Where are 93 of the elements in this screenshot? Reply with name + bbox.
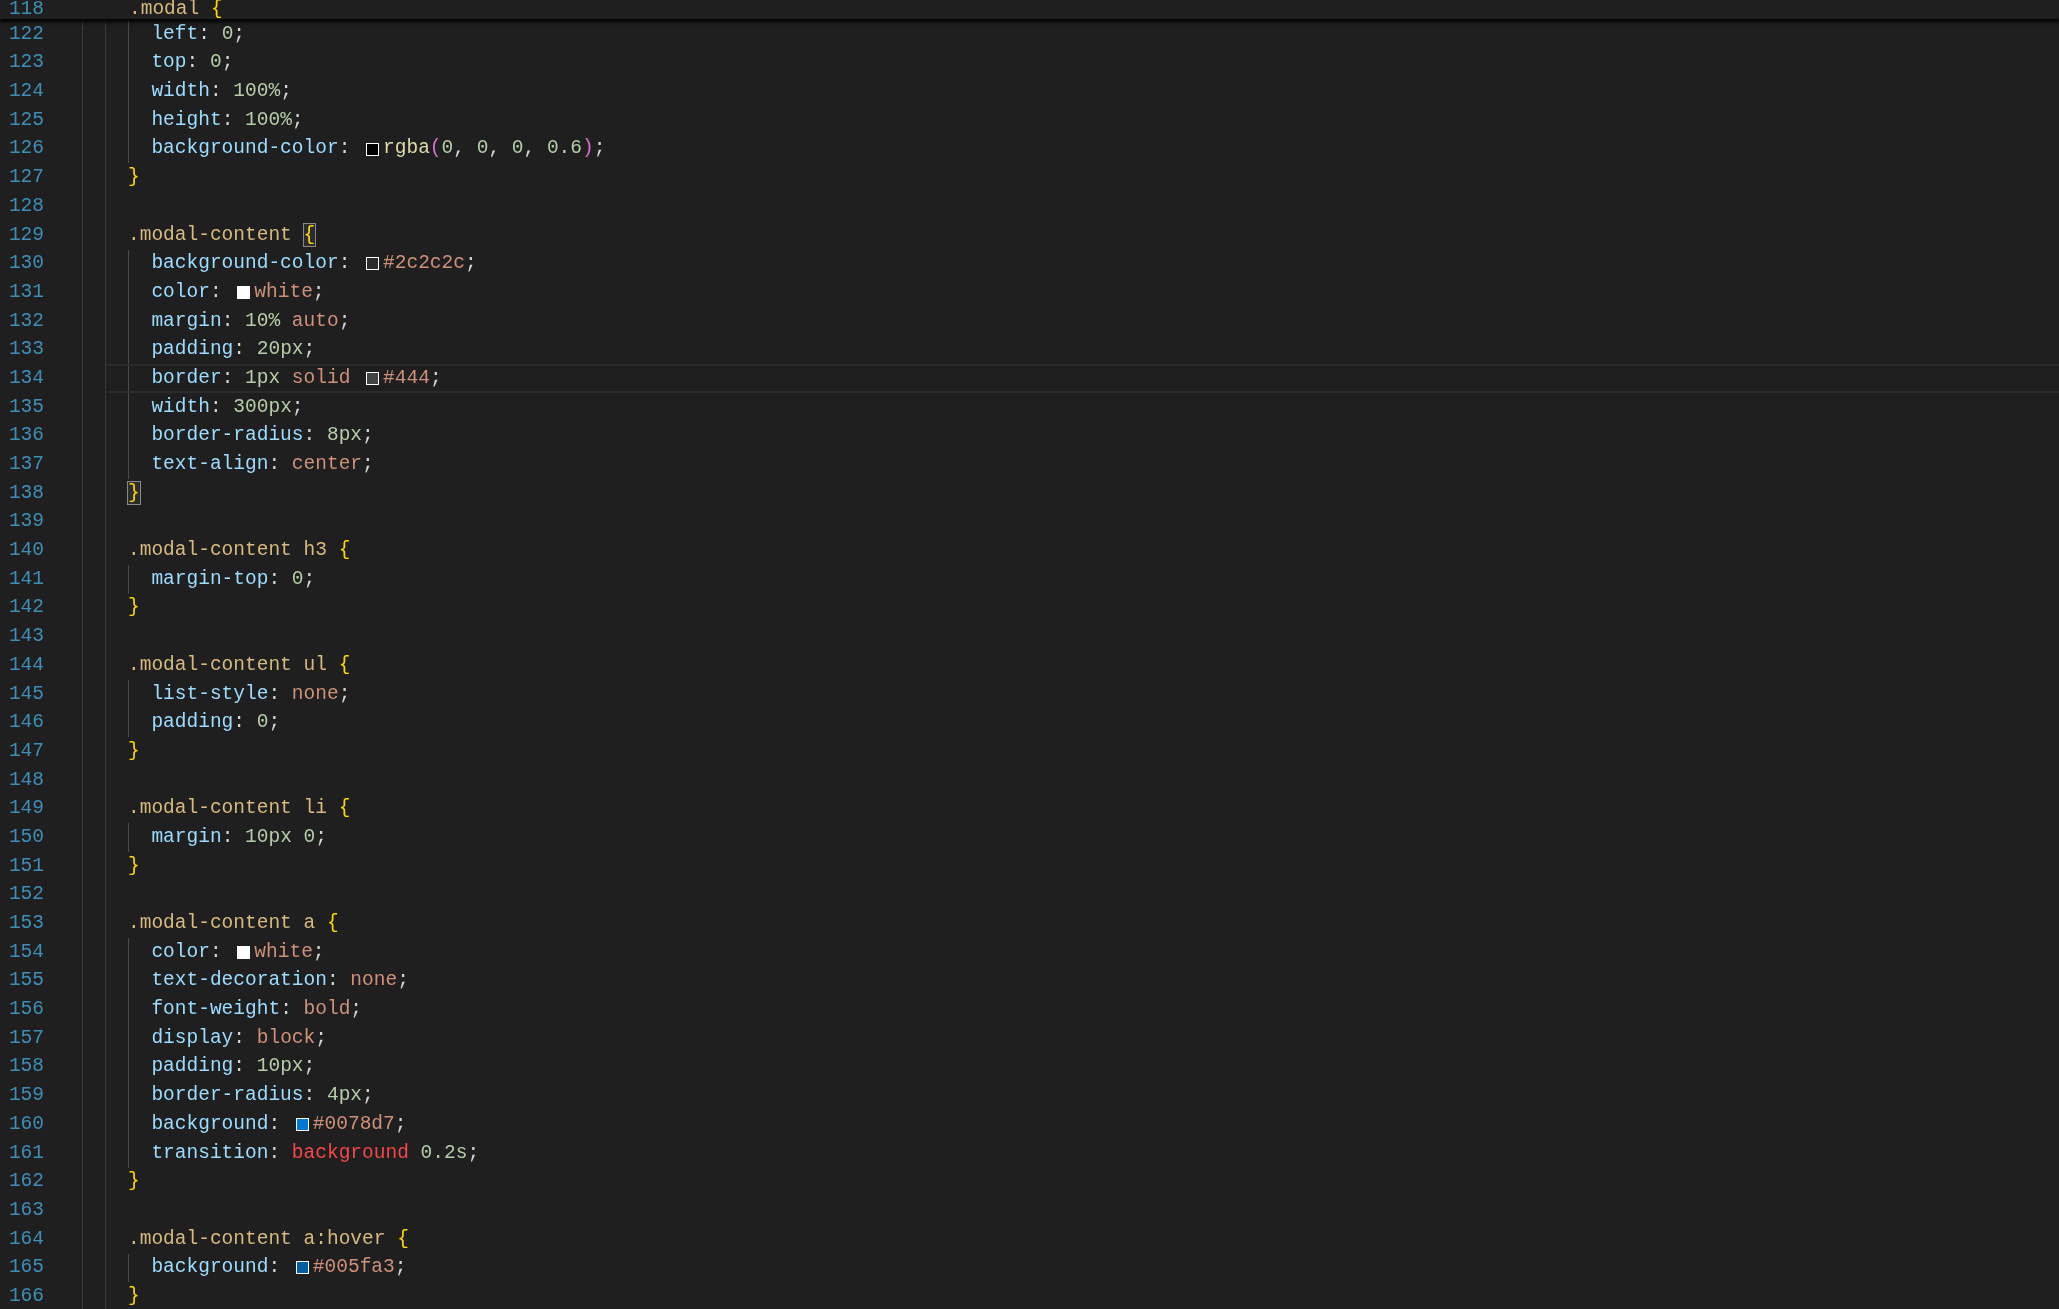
code-text: #0078d7; xyxy=(312,1111,407,1137)
code-text: .modal-content a { xyxy=(128,911,339,937)
line-number: 154 xyxy=(7,939,44,965)
code-text: white; xyxy=(254,939,325,965)
line-number: 139 xyxy=(7,509,44,535)
code-text: } xyxy=(128,595,140,621)
line-number: 147 xyxy=(7,738,44,764)
code-text: .modal-content a:hover { xyxy=(128,1226,409,1252)
line-number: 126 xyxy=(7,136,44,162)
line-number: 157 xyxy=(7,1025,44,1051)
line-number: 136 xyxy=(7,423,44,449)
code-text: background: xyxy=(150,1255,282,1281)
line-number: 145 xyxy=(7,681,44,707)
code-text: } xyxy=(128,480,140,506)
code-text: border-radius: 8px; xyxy=(150,423,374,449)
code-text: text-align: center; xyxy=(150,452,374,478)
code-text: text-decoration: none; xyxy=(150,968,409,994)
code-text: } xyxy=(128,738,140,764)
line-number: 138 xyxy=(7,480,44,506)
line-number: 158 xyxy=(7,1054,44,1080)
line-number: 129 xyxy=(7,222,44,248)
line-number: 150 xyxy=(7,824,44,850)
code-text: #2c2c2c; xyxy=(383,251,477,277)
line-number: 137 xyxy=(7,452,44,478)
code-text: background-color: xyxy=(150,136,352,162)
line-number: 132 xyxy=(7,308,44,334)
code-text: font-weight: bold; xyxy=(150,997,363,1023)
code-text: left: 0; xyxy=(150,21,246,47)
line-number: 127 xyxy=(7,165,44,191)
code-text: background: xyxy=(150,1111,282,1137)
code-text: width: 300px; xyxy=(150,394,304,420)
line-number: 134 xyxy=(7,365,44,391)
code-text: color: xyxy=(150,939,223,965)
line-number: 123 xyxy=(7,50,44,76)
code-text: background-color: xyxy=(150,251,352,277)
code-text: display: block; xyxy=(150,1025,327,1051)
line-number: 165 xyxy=(7,1255,44,1281)
code-text: top: 0; xyxy=(150,50,234,76)
line-number: 133 xyxy=(7,337,44,363)
line-number: 122 xyxy=(7,21,44,47)
code-text: padding: 10px; xyxy=(150,1054,316,1080)
line-number: 164 xyxy=(7,1226,44,1252)
code-text: height: 100%; xyxy=(150,107,304,133)
line-number: 125 xyxy=(7,107,44,133)
code-text: .modal-content ul { xyxy=(128,652,351,678)
line-number: 161 xyxy=(7,1140,44,1166)
line-number: 130 xyxy=(7,251,44,277)
line-number: 143 xyxy=(7,624,44,650)
code-text: padding: 20px; xyxy=(150,337,316,363)
code-text: margin-top: 0; xyxy=(150,566,316,592)
line-number: 163 xyxy=(7,1197,44,1223)
line-number: 153 xyxy=(7,911,44,937)
line-number: 128 xyxy=(7,193,44,219)
line-number: 156 xyxy=(7,997,44,1023)
code-text: color: xyxy=(150,279,223,305)
line-number: 160 xyxy=(7,1111,44,1137)
code-text: .modal { xyxy=(129,0,223,22)
code-text: } xyxy=(128,165,140,191)
code-text: .modal-content li { xyxy=(128,796,351,822)
code-text: padding: 0; xyxy=(150,710,281,736)
line-number: 124 xyxy=(7,79,44,105)
line-number: 140 xyxy=(7,538,44,564)
line-number: 148 xyxy=(7,767,44,793)
code-text: margin: 10px 0; xyxy=(150,824,327,850)
code-text: transition: background 0.2s; xyxy=(150,1140,480,1166)
line-number: 141 xyxy=(7,566,44,592)
code-text: .modal-content { xyxy=(128,222,316,248)
line-number: 146 xyxy=(7,710,44,736)
line-number: 152 xyxy=(7,882,44,908)
line-number: 144 xyxy=(7,652,44,678)
code-text: width: 100%; xyxy=(150,79,292,105)
code-text: border-radius: 4px; xyxy=(150,1083,374,1109)
code-text: } xyxy=(128,1283,140,1309)
code-text: .modal-content h3 { xyxy=(128,538,351,564)
code-text: #444; xyxy=(383,365,442,391)
line-number: 159 xyxy=(7,1083,44,1109)
code-text: list-style: none; xyxy=(150,681,351,707)
code-text: rgba(0, 0, 0, 0.6); xyxy=(383,136,606,162)
line-number: 135 xyxy=(7,394,44,420)
code-text: border: 1px solid xyxy=(150,365,352,391)
code-text: #005fa3; xyxy=(312,1255,407,1281)
line-number: 166 xyxy=(7,1283,44,1309)
line-number: 118 xyxy=(7,0,44,22)
line-number: 151 xyxy=(7,853,44,879)
line-number: 131 xyxy=(7,279,44,305)
code-text: } xyxy=(128,1169,140,1195)
line-number: 155 xyxy=(7,968,44,994)
line-number: 149 xyxy=(7,796,44,822)
line-number: 142 xyxy=(7,595,44,621)
line-number: 162 xyxy=(7,1169,44,1195)
code-text: margin: 10% auto; xyxy=(150,308,351,334)
code-text: } xyxy=(128,853,140,879)
code-text: white; xyxy=(254,279,325,305)
